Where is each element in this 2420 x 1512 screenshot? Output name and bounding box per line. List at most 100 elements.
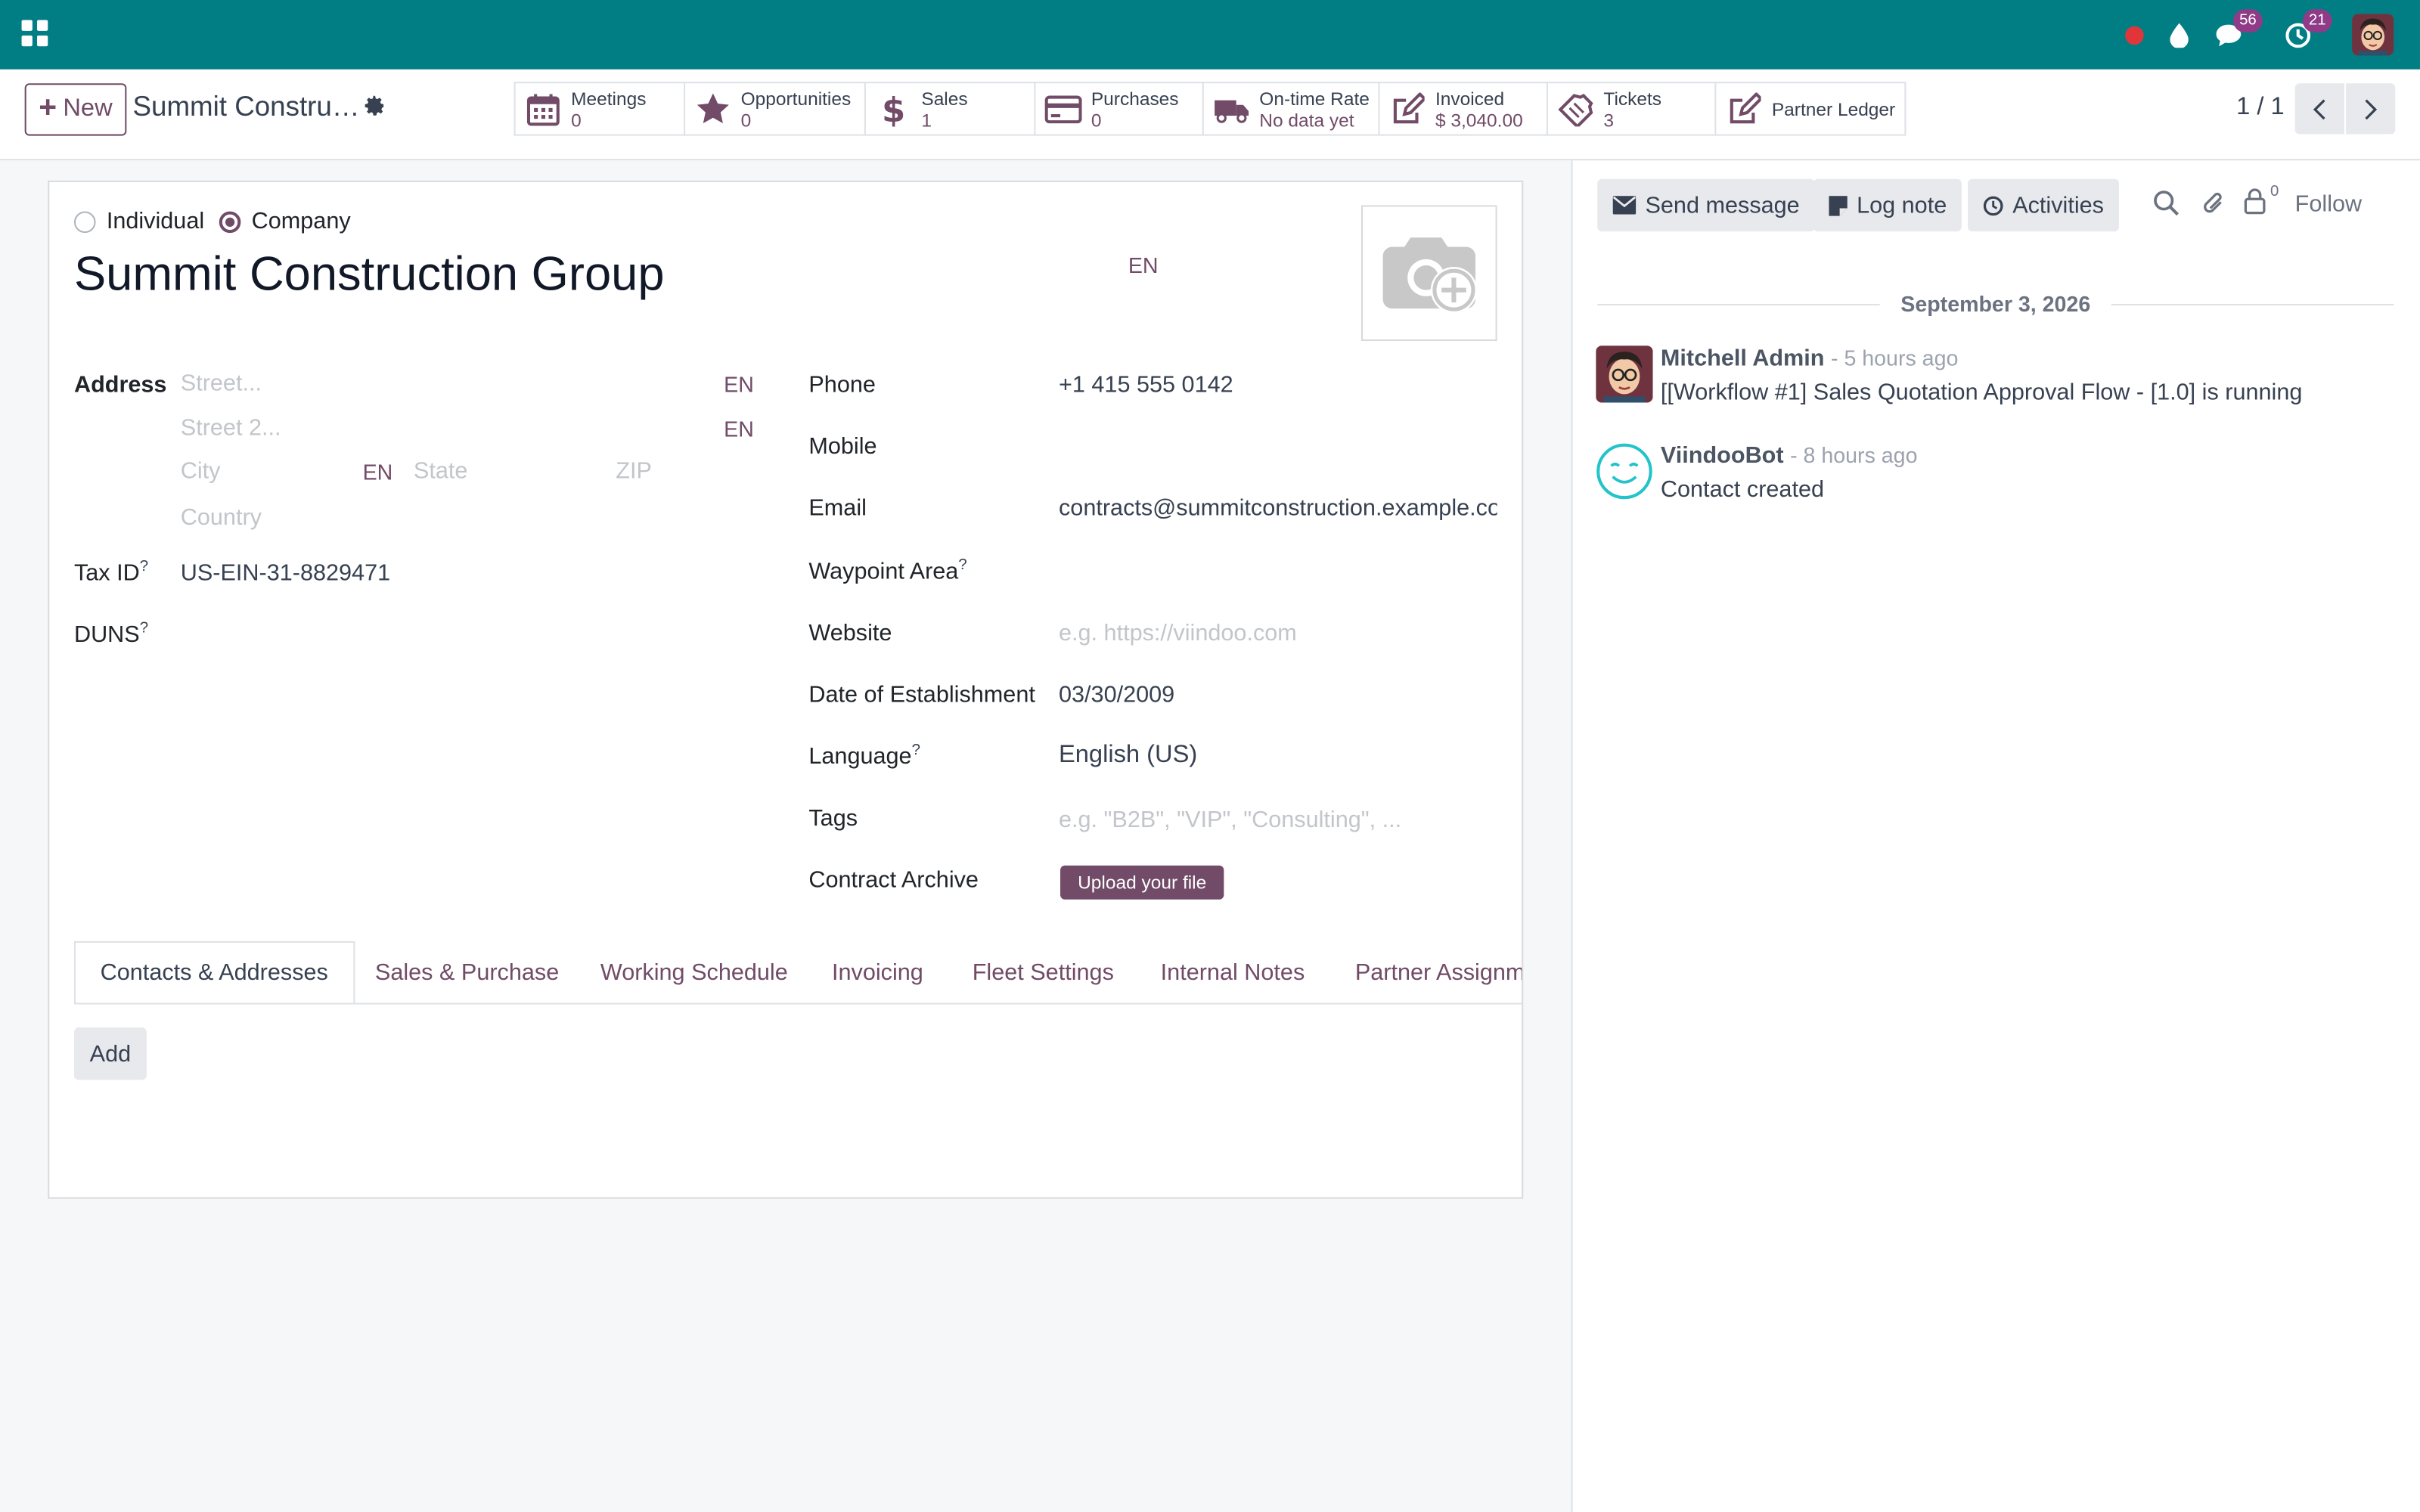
website-label: Website	[808, 620, 892, 647]
mobile-label: Mobile	[808, 433, 877, 460]
gear-icon[interactable]	[363, 94, 386, 117]
phone-label: Phone	[808, 371, 876, 398]
avatar[interactable]	[1596, 345, 1653, 403]
messages-icon[interactable]: 56	[2211, 9, 2263, 58]
message-date: September 3, 2026	[1900, 291, 2091, 317]
activities-button[interactable]: Activities	[1968, 178, 2120, 232]
recording-indicator-icon[interactable]	[2124, 12, 2145, 58]
phone-field[interactable]: +1 415 555 0142	[1059, 372, 1233, 398]
meetings-smart-button[interactable]: Meetings 0	[513, 82, 684, 136]
individual-radio[interactable]: Individual	[73, 209, 204, 234]
date-of-establishment-field[interactable]: 03/30/2009	[1059, 682, 1174, 708]
purchases-label: Purchases	[1091, 87, 1179, 109]
help-icon[interactable]: ?	[140, 620, 148, 637]
pencil-square-icon	[1716, 91, 1771, 125]
tickets-smart-button[interactable]: Tickets 3	[1546, 82, 1715, 136]
duns-label: DUNS?	[74, 620, 148, 648]
company-label: Company	[251, 208, 351, 235]
pager-previous-button[interactable]	[2294, 83, 2344, 135]
tab-fleet-settings[interactable]: Fleet Settings	[973, 941, 1114, 1003]
waypoint-area-label: Waypoint Area?	[808, 557, 966, 585]
author-name[interactable]: Mitchell Admin	[1661, 345, 1825, 372]
calendar-icon	[516, 91, 571, 125]
message-author[interactable]: Mitchell Admin - 5 hours ago	[1661, 345, 1958, 372]
street-input[interactable]: Street...	[181, 370, 262, 397]
invoiced-label: Invoiced	[1435, 87, 1505, 109]
photo-upload[interactable]	[1360, 205, 1497, 342]
pager-next-button[interactable]	[2346, 83, 2396, 135]
meetings-count: 0	[571, 108, 582, 131]
tickets-label: Tickets	[1603, 87, 1662, 109]
help-icon[interactable]: ?	[140, 559, 148, 575]
followers-button[interactable]: 0	[2244, 184, 2279, 222]
street-translate-button[interactable]: EN	[724, 372, 754, 397]
street2-translate-button[interactable]: EN	[724, 417, 754, 442]
date-separator: September 3, 2026	[1597, 289, 2394, 320]
language-select[interactable]: English (US)	[1059, 742, 1197, 770]
activities-badge: 21	[2302, 9, 2332, 33]
state-select[interactable]: State	[414, 458, 467, 485]
camera-add-icon	[1382, 237, 1478, 314]
author-name[interactable]: ViindooBot	[1661, 443, 1784, 469]
ticket-icon	[1548, 91, 1603, 126]
activities-clock-icon[interactable]: 21	[2281, 9, 2332, 58]
invoiced-amount: $ 3,040.00	[1435, 108, 1523, 131]
message-author[interactable]: ViindooBot - 8 hours ago	[1661, 443, 1918, 469]
tab-internal-notes[interactable]: Internal Notes	[1161, 941, 1305, 1003]
country-select[interactable]: Country	[181, 504, 262, 531]
address-label: Address	[73, 371, 167, 398]
message-time: - 5 hours ago	[1830, 345, 1959, 370]
zip-input[interactable]: ZIP	[616, 458, 652, 485]
upload-file-button[interactable]: Upload your file	[1060, 865, 1224, 900]
drop-icon[interactable]	[2165, 12, 2193, 58]
tags-label: Tags	[808, 805, 858, 832]
tab-contacts-addresses[interactable]: Contacts & Addresses	[73, 940, 355, 1003]
message-body: [[Workflow #1] Sales Quotation Approval …	[1660, 380, 2303, 406]
help-icon[interactable]: ?	[958, 557, 966, 574]
apps-menu-icon[interactable]	[21, 20, 48, 47]
add-contact-button[interactable]: Add	[73, 1027, 147, 1080]
city-translate-button[interactable]: EN	[363, 460, 393, 485]
opportunities-count: 0	[740, 108, 752, 131]
pager-value[interactable]: 1 / 1	[2236, 94, 2285, 122]
date-of-establishment-label: Date of Establishment	[808, 682, 1035, 708]
plus-icon: +	[39, 91, 57, 125]
invoiced-smart-button[interactable]: Invoiced $ 3,040.00	[1378, 82, 1547, 136]
message-time: - 8 hours ago	[1790, 442, 1918, 468]
email-field[interactable]: contracts@summitconstruction.example.com	[1059, 495, 1497, 522]
radio-circle[interactable]	[73, 210, 96, 233]
company-radio[interactable]: Company	[219, 208, 351, 235]
radio-circle-selected[interactable]	[219, 210, 241, 233]
tax-id-field[interactable]: US-EIN-31-8829471	[181, 560, 390, 587]
search-icon[interactable]	[2153, 190, 2180, 224]
send-message-button[interactable]: Send message	[1597, 178, 1816, 232]
bot-avatar[interactable]	[1596, 443, 1653, 500]
name-translate-button[interactable]: EN	[1128, 253, 1159, 278]
tab-invoicing[interactable]: Invoicing	[832, 941, 923, 1003]
follow-button[interactable]: Follow	[2295, 191, 2362, 218]
sales-smart-button[interactable]: $ Sales 1	[864, 82, 1035, 136]
purchases-smart-button[interactable]: Purchases 0	[1034, 82, 1202, 136]
tags-input[interactable]: e.g. "B2B", "VIP", "Consulting", ...	[1059, 807, 1401, 833]
purchases-count: 0	[1091, 108, 1102, 131]
log-note-button[interactable]: Log note	[1813, 178, 1962, 232]
new-record-button[interactable]: + New	[24, 83, 127, 136]
contract-archive-label: Contract Archive	[808, 866, 979, 894]
tab-working-schedule[interactable]: Working Schedule	[600, 941, 788, 1003]
tab-sales-purchase[interactable]: Sales & Purchase	[375, 941, 559, 1003]
help-icon[interactable]: ?	[912, 742, 920, 759]
partner-ledger-smart-button[interactable]: Partner Ledger	[1714, 82, 1907, 136]
on-time-rate-smart-button[interactable]: On-time Rate No data yet	[1202, 82, 1379, 136]
partner-name-field[interactable]: Summit Construction Group	[74, 247, 665, 302]
website-input[interactable]: e.g. https://viindoo.com	[1059, 620, 1297, 646]
city-input[interactable]: City	[181, 458, 221, 485]
svg-text:$: $	[883, 90, 904, 127]
user-avatar[interactable]	[2352, 14, 2394, 56]
opportunities-smart-button[interactable]: Opportunities 0	[684, 82, 864, 136]
tab-partner-assignment[interactable]: Partner Assignm	[1355, 941, 1522, 1003]
paperclip-icon[interactable]	[2201, 190, 2226, 225]
pencil-square-icon	[1379, 91, 1435, 125]
street2-input[interactable]: Street 2...	[181, 415, 281, 442]
tax-id-label: Tax ID?	[74, 559, 148, 587]
messages-badge: 56	[2233, 9, 2263, 33]
